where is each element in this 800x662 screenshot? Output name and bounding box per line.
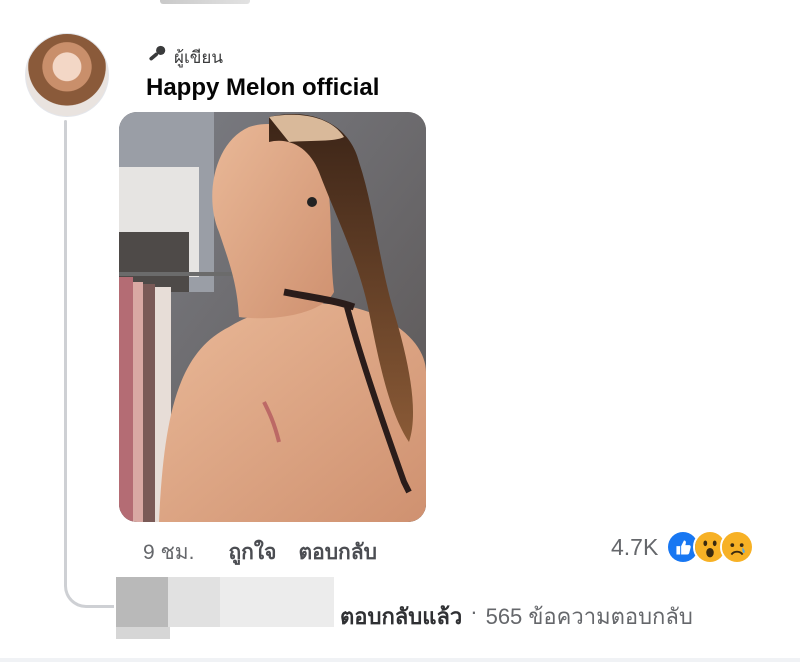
comment-actions: 9 ชม. ถูกใจ ตอบกลับ	[143, 536, 377, 569]
reaction-count: 4.7K	[611, 533, 659, 560]
author-avatar[interactable]	[25, 33, 109, 117]
separator-dot: ·	[470, 599, 478, 624]
reply-count: 565 ข้อความตอบกลับ	[485, 604, 693, 629]
thread-line	[64, 120, 67, 585]
comment-photo[interactable]	[119, 112, 426, 522]
sad-reaction-icon	[720, 530, 755, 564]
bottom-divider	[0, 658, 800, 662]
author-name[interactable]: Happy Melon official	[146, 74, 379, 102]
cropped-previous-text	[0, 0, 800, 10]
view-replies-row[interactable]: ตอบกลับแล้ว · 565 ข้อความตอบกลับ	[116, 577, 796, 639]
like-button[interactable]: ถูกใจ	[228, 536, 276, 569]
replies-summary[interactable]: ตอบกลับแล้ว · 565 ข้อความตอบกลับ	[340, 599, 693, 634]
reactions-summary[interactable]: 4.7K	[611, 530, 755, 564]
thread-connector	[64, 560, 114, 608]
author-badge: ผู้เขียน	[146, 44, 223, 71]
comment-timestamp[interactable]: 9 ชม.	[143, 536, 194, 569]
replied-label: ตอบกลับแล้ว	[340, 604, 463, 629]
microphone-icon	[146, 44, 168, 71]
author-badge-label: ผู้เขียน	[174, 48, 223, 67]
reply-button[interactable]: ตอบกลับ	[298, 536, 377, 569]
blurred-replier-avatar	[116, 577, 334, 639]
